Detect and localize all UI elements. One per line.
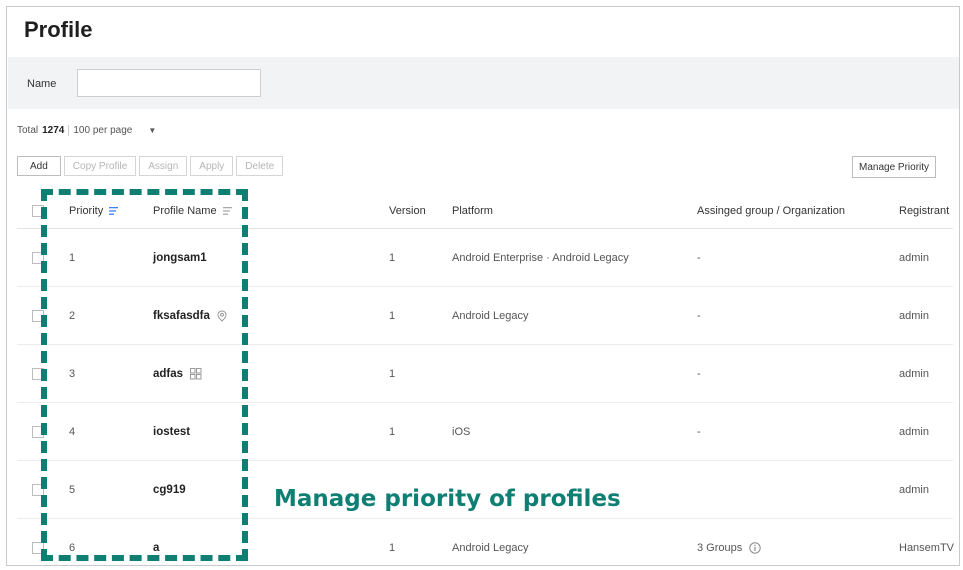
search-bar: Name (8, 57, 959, 109)
row-version: 1 (389, 309, 396, 322)
row-registrant: admin (899, 309, 929, 322)
copy-profile-button[interactable]: Copy Profile (63, 156, 137, 176)
header-platform: Platform (452, 205, 493, 217)
assign-button[interactable]: Assign (139, 156, 188, 176)
annotation-callout: Manage priority of profiles (274, 486, 621, 512)
row-group: - (697, 309, 701, 322)
name-label: Name (27, 78, 57, 90)
row-version: 1 (389, 542, 396, 554)
row-registrant: HansemTV (899, 542, 955, 554)
row-version: 1 (389, 251, 396, 264)
header-version: Version (389, 205, 426, 217)
row-registrant: admin (899, 483, 929, 496)
row-group: - (697, 367, 701, 380)
row-registrant: admin (899, 367, 929, 380)
per-page-select[interactable]: 100 per page (68, 125, 132, 136)
chevron-down-icon[interactable]: ▼ (148, 126, 156, 135)
manage-priority-button[interactable]: Manage Priority (852, 156, 937, 178)
add-button[interactable]: Add (17, 156, 61, 176)
row-group: - (697, 251, 701, 264)
row-platform: Android Legacy (452, 542, 529, 554)
row-platform: Android Enterprise · Android Legacy (452, 251, 629, 264)
toolbar: Add Copy Profile Assign Apply Delete (17, 156, 286, 176)
row-platform: iOS (452, 425, 471, 438)
name-input[interactable] (77, 69, 261, 97)
row-registrant: admin (899, 251, 929, 264)
row-group-cell: 3 Groups (697, 541, 762, 554)
page-title: Profile (24, 17, 93, 42)
delete-button[interactable]: Delete (236, 156, 284, 176)
apply-button[interactable]: Apply (190, 156, 234, 176)
total-count: 1274 (42, 125, 65, 136)
row-group: - (697, 425, 701, 438)
row-group: 3 Groups (697, 541, 743, 554)
row-version: 1 (389, 425, 396, 438)
total-label: Total (17, 125, 39, 136)
info-icon[interactable] (749, 542, 762, 554)
header-registrant: Registrant (899, 205, 950, 217)
header-group: Assinged group / Organization (697, 205, 845, 217)
priority-highlight-box (41, 189, 248, 561)
pagination-info: Total 1274 100 per page ▼ (17, 125, 156, 136)
row-registrant: admin (899, 425, 929, 438)
row-version: 1 (389, 367, 396, 380)
row-platform: Android Legacy (452, 309, 529, 322)
